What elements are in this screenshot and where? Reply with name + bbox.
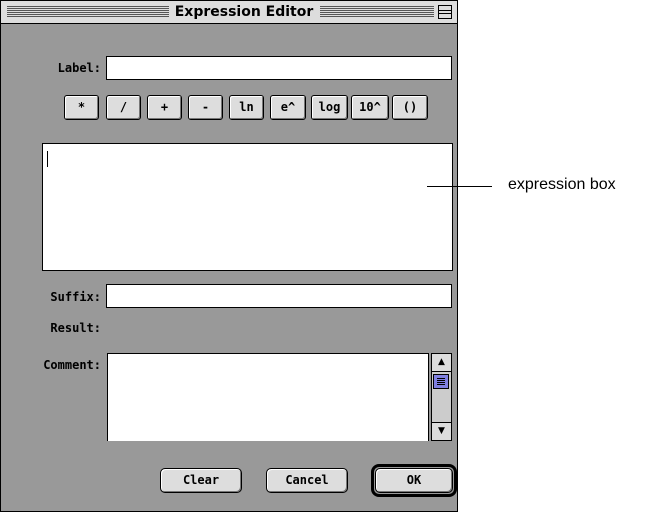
label-input[interactable] [106, 56, 452, 80]
arrow-down-icon[interactable]: ▼ [432, 422, 451, 440]
title-bar[interactable]: Expression Editor [1, 1, 457, 24]
parentheses-button[interactable]: () [392, 95, 428, 120]
exp-button[interactable]: e^ [270, 95, 306, 120]
divide-button[interactable]: / [106, 95, 141, 120]
comment-textarea[interactable] [107, 353, 429, 441]
result-label: Result: [50, 321, 101, 335]
window-title: Expression Editor [171, 3, 317, 21]
add-button[interactable]: + [147, 95, 182, 120]
text-caret [47, 151, 48, 167]
comment-label: Comment: [43, 358, 101, 372]
pow10-button[interactable]: 10^ [351, 95, 389, 120]
cancel-button[interactable]: Cancel [266, 468, 348, 493]
title-bar-stripes-left [7, 5, 169, 18]
expression-box[interactable] [42, 143, 453, 271]
zoom-box-icon[interactable] [438, 5, 452, 19]
scroll-thumb[interactable] [433, 374, 449, 389]
suffix-label: Suffix: [50, 290, 101, 304]
expression-box-callout: expression box [508, 176, 616, 193]
clear-button[interactable]: Clear [160, 468, 242, 493]
expression-editor-window: Expression Editor Label: * / + - ln e^ l… [0, 0, 458, 512]
label-label: Label: [57, 61, 101, 75]
ln-button[interactable]: ln [229, 95, 264, 120]
suffix-input[interactable] [106, 284, 452, 308]
comment-scrollbar[interactable]: ▲ ▼ [431, 353, 452, 441]
callout-leader-line [427, 186, 492, 187]
arrow-up-icon[interactable]: ▲ [432, 354, 451, 372]
multiply-button[interactable]: * [64, 95, 99, 120]
title-bar-stripes-right [320, 5, 434, 18]
subtract-button[interactable]: - [188, 95, 223, 120]
log-button[interactable]: log [311, 95, 348, 120]
ok-button[interactable]: OK [375, 468, 453, 493]
